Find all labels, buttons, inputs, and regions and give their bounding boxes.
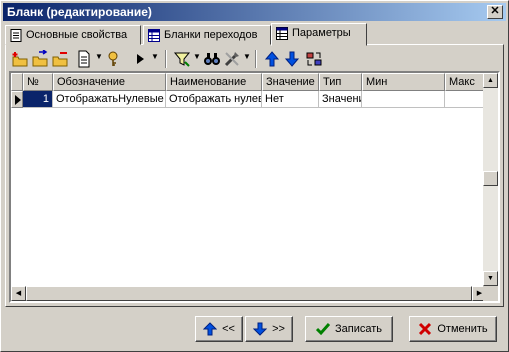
- tools-icon[interactable]: [223, 50, 241, 68]
- column-header[interactable]: Наименование: [166, 73, 262, 91]
- column-header[interactable]: Значение: [262, 73, 319, 91]
- move-up-label: <<: [222, 323, 235, 335]
- document-icon: [10, 29, 22, 42]
- cell-type[interactable]: Значени: [319, 91, 362, 108]
- grid-icon: [276, 27, 288, 40]
- cell-value[interactable]: Нет: [262, 91, 319, 108]
- column-header[interactable]: Макс: [445, 73, 487, 91]
- vertical-scrollbar[interactable]: ▲ ▼: [483, 73, 498, 286]
- scroll-corner: [483, 286, 498, 301]
- table-icon: [148, 29, 160, 42]
- binoculars-icon[interactable]: [203, 50, 221, 68]
- cancel-label: Отменить: [437, 323, 488, 335]
- header-indicator: [11, 73, 23, 91]
- chevron-down-icon[interactable]: ▼: [243, 52, 251, 61]
- save-label: Записать: [334, 323, 382, 335]
- new-document-icon[interactable]: [75, 50, 93, 68]
- table-row[interactable]: 1 ОтображатьНулевые Отображать нулев Нет…: [11, 91, 487, 108]
- column-header[interactable]: Обозначение: [53, 73, 166, 91]
- move-folder-icon[interactable]: [31, 50, 49, 68]
- close-button[interactable]: ✕: [487, 5, 503, 19]
- column-header[interactable]: №: [23, 73, 53, 91]
- tab-label: Основные свойства: [26, 29, 128, 41]
- cancel-button[interactable]: Отменить: [409, 316, 497, 342]
- scroll-left-button[interactable]: ◀: [11, 286, 26, 301]
- horizontal-scrollbar[interactable]: ◀ ▶: [11, 286, 487, 301]
- cell-designation[interactable]: ОтображатьНулевые: [53, 91, 166, 108]
- row-number[interactable]: 1: [23, 91, 53, 108]
- parameters-grid[interactable]: № Обозначение Наименование Значение Тип …: [9, 71, 500, 303]
- chevron-down-icon[interactable]: ▼: [193, 52, 201, 61]
- toolbar-separator: [255, 50, 257, 68]
- grid-header: № Обозначение Наименование Значение Тип …: [11, 73, 487, 91]
- arrow-down-icon[interactable]: [283, 50, 301, 68]
- cell-min[interactable]: [362, 91, 445, 108]
- cell-max[interactable]: [445, 91, 487, 108]
- tab-transition-forms[interactable]: Бланки переходов: [143, 25, 271, 45]
- toolbar: ▼ ▼ ▼ ▼: [9, 48, 369, 70]
- arrow-down-icon: [253, 322, 268, 336]
- move-up-button[interactable]: <<: [195, 316, 243, 342]
- tab-label: Параметры: [292, 27, 351, 39]
- vertical-scroll-thumb[interactable]: [483, 171, 498, 186]
- tab-label: Бланки переходов: [164, 29, 258, 41]
- cell-name[interactable]: Отображать нулев: [166, 91, 262, 108]
- sort-icon[interactable]: [305, 50, 323, 68]
- tab-main-properties[interactable]: Основные свойства: [5, 25, 141, 45]
- cross-icon: [419, 322, 432, 336]
- move-down-button[interactable]: >>: [245, 316, 293, 342]
- delete-folder-icon[interactable]: [51, 50, 69, 68]
- key-icon[interactable]: [105, 50, 123, 68]
- dialog-window: Бланк (редактирование) ✕ Основные свойст…: [0, 0, 509, 352]
- chevron-down-icon[interactable]: ▼: [95, 52, 103, 61]
- toolbar-separator: [165, 50, 167, 68]
- row-indicator: [11, 91, 23, 108]
- arrow-up-icon[interactable]: [263, 50, 281, 68]
- filter-icon[interactable]: [173, 50, 191, 68]
- play-icon[interactable]: [131, 50, 149, 68]
- checkmark-icon: [315, 323, 330, 336]
- move-down-label: >>: [272, 323, 285, 335]
- window-title: Бланк (редактирование): [7, 5, 152, 19]
- scroll-up-button[interactable]: ▲: [483, 73, 498, 88]
- column-header[interactable]: Мин: [362, 73, 445, 91]
- add-folder-icon[interactable]: [11, 50, 29, 68]
- column-header[interactable]: Тип: [319, 73, 362, 91]
- chevron-down-icon[interactable]: ▼: [151, 52, 159, 61]
- save-button[interactable]: Записать: [305, 316, 393, 342]
- scroll-down-button[interactable]: ▼: [483, 271, 498, 286]
- arrow-up-icon: [203, 322, 218, 336]
- horizontal-scroll-thumb[interactable]: [26, 286, 472, 301]
- title-bar[interactable]: Бланк (редактирование) ✕: [3, 3, 506, 21]
- tab-parameters[interactable]: Параметры: [271, 23, 367, 46]
